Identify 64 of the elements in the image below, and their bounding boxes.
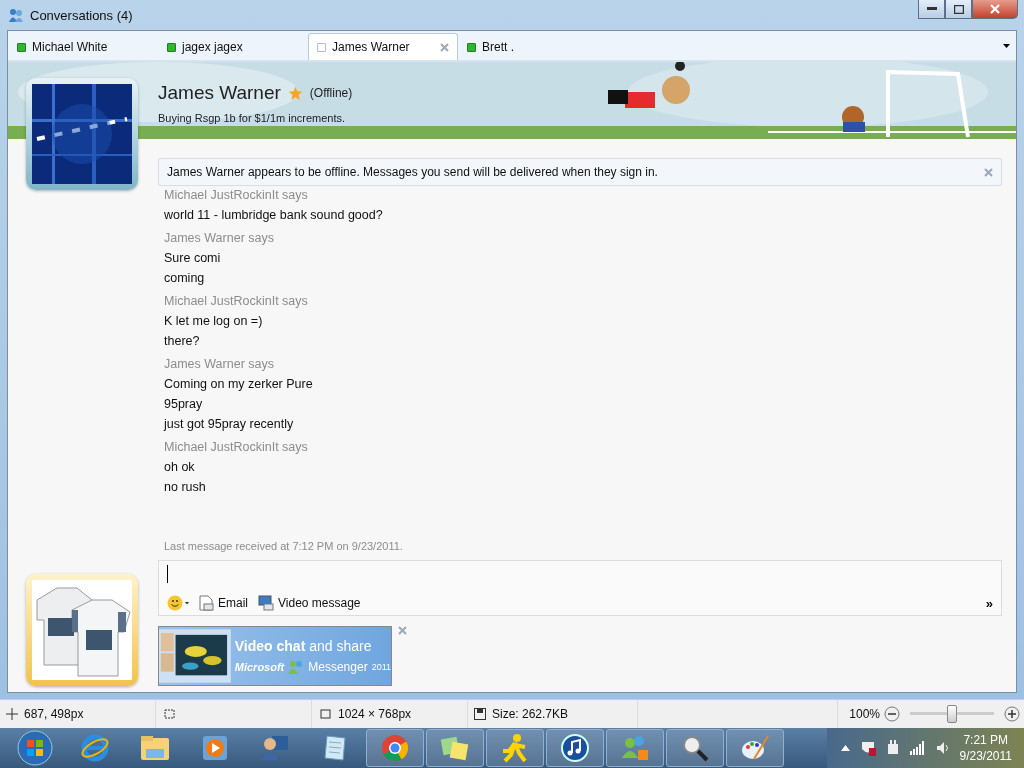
email-button[interactable]: Email [197,595,250,611]
brand-name: Microsoft [234,661,285,673]
sender-label: Michael JustRockinIt says [164,294,309,308]
message-text: world 11 - lumbridge bank sound good? [164,208,384,222]
zoom-out-icon[interactable] [884,706,900,722]
close-icon [990,4,1000,14]
selection-icon [162,708,176,720]
power-plug-icon[interactable] [885,740,900,756]
smiley-icon[interactable] [167,595,191,611]
buddies-icon [8,7,24,23]
message-text: K let me log on =) [164,314,264,328]
sender-label: James Warner says [164,357,275,371]
running-man-icon[interactable] [486,729,544,767]
signal-icon[interactable] [909,741,926,755]
shield-icon[interactable] [859,740,876,756]
window-title: Conversations (4) [30,7,134,23]
product-year: 2011 [371,662,391,672]
ad-headline: Video chat and share [234,638,373,654]
chrome-icon[interactable] [366,729,424,767]
close-icon[interactable] [398,626,407,635]
buddies-icon [288,660,305,674]
image-dimensions: 1024 × 768px [338,707,412,721]
minimize-icon [926,7,937,11]
document-icon [199,595,214,611]
monitor-icon [258,595,274,611]
message-text: 95pray [164,397,204,411]
slider-thumb[interactable] [947,705,957,723]
maximize-button[interactable] [945,0,972,19]
speaker-icon[interactable] [935,741,950,755]
message-text: there? [164,334,201,348]
conversation-tab[interactable]: Brett . [458,33,608,60]
zoom-level: 100% [849,707,880,721]
sticky-notes-icon[interactable] [426,729,484,767]
notice-text: James Warner appears to be offline. Messages you send will be delivered when they sign in. [167,165,659,179]
close-button[interactable] [972,0,1018,19]
sender-label: Michael JustRockinIt says [164,440,309,454]
sender-label: James Warner says [164,231,275,245]
file-size: Size: 262.7KB [492,707,569,721]
product-name: Messenger [308,660,368,674]
maximize-icon [953,4,964,14]
conversation-tab[interactable]: James Warner [308,33,458,60]
message-text: coming [164,271,206,285]
zoom-in-icon[interactable] [1004,706,1020,722]
music-note-icon[interactable] [546,729,604,767]
close-icon[interactable] [440,42,449,52]
message-text: Sure comi [164,251,222,265]
caret-icon[interactable] [1003,43,1010,48]
close-icon[interactable] [984,167,993,177]
message-text: just got 95pray recently [164,417,295,431]
message-text: Coming on my zerker Pure [164,377,314,391]
canvas-size-icon [318,708,332,720]
video-message-button[interactable]: Video message [256,595,363,611]
message-text: oh ok [164,460,196,474]
magnifier-icon[interactable] [666,729,724,767]
move-cursor-icon [6,708,18,720]
paint-palette-icon[interactable] [726,729,784,767]
message-text: no rush [164,480,207,494]
last-message-info: Last message received at 7:12 PM on 9/23/2011. [163,539,404,554]
sender-label: Michael JustRockinIt says [164,188,309,202]
conversation-tab[interactable]: Michael White [8,33,158,60]
conversation-tab[interactable]: jagex jagex [158,33,308,60]
minimize-button[interactable] [918,0,945,19]
more-button[interactable]: » [985,595,993,611]
cursor-position: 687, 498px [24,707,84,721]
